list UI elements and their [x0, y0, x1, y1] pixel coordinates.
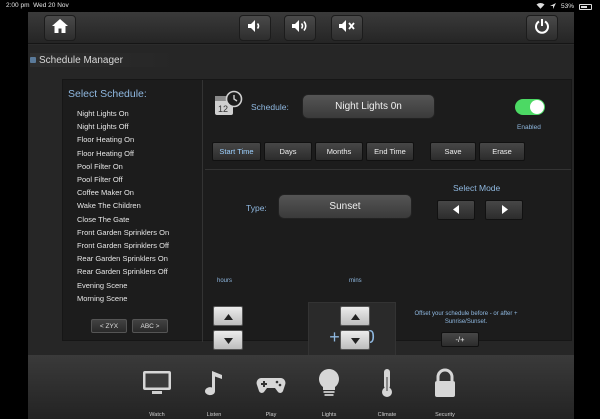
triangle-up-icon	[350, 307, 360, 325]
home-icon	[51, 18, 69, 39]
list-item[interactable]: Rear Garden Sprinklers On	[77, 252, 169, 265]
list-item[interactable]: Pool Filter On	[77, 160, 169, 173]
enabled-toggle[interactable]	[515, 99, 545, 115]
schedule-label: Schedule:	[251, 102, 289, 112]
type-value-display[interactable]: Sunset	[278, 194, 412, 219]
app-frame: Schedule Manager Select Schedule: Night …	[28, 12, 574, 419]
schedule-list: Night Lights On Night Lights Off Floor H…	[77, 107, 169, 305]
dock-climate-label: Climate	[377, 412, 397, 418]
offset-sign-button[interactable]: -/+	[441, 332, 479, 347]
volume-down-button[interactable]	[239, 15, 271, 41]
list-item[interactable]: Wake The Children	[77, 199, 169, 212]
hours-down-button[interactable]	[213, 330, 243, 350]
dock-listen[interactable]: Listen	[189, 355, 239, 419]
mins-label: mins	[349, 278, 362, 284]
tab-months[interactable]: Months	[315, 142, 363, 161]
dock-play[interactable]: Play	[246, 355, 296, 419]
dock-listen-label: Listen	[206, 412, 222, 418]
tab-days[interactable]: Days	[264, 142, 312, 161]
section-divider	[205, 169, 571, 170]
speaker-low-icon	[247, 19, 263, 38]
dock-security-label: Security	[435, 412, 455, 418]
schedule-panel: Select Schedule: Night Lights On Night L…	[62, 79, 572, 360]
dock-climate[interactable]: Climate	[362, 355, 412, 419]
power-button[interactable]	[526, 15, 558, 41]
thermometer-icon	[382, 369, 392, 397]
triangle-left-icon	[452, 204, 460, 216]
mode-prev-button[interactable]	[437, 200, 475, 220]
list-item[interactable]: Front Garden Sprinklers On	[77, 226, 169, 239]
triangle-down-icon	[350, 331, 360, 349]
main-body: Schedule Manager Select Schedule: Night …	[28, 45, 574, 360]
list-item[interactable]: Night Lights On	[77, 107, 169, 120]
toggle-knob	[530, 100, 544, 114]
tv-icon	[143, 371, 171, 394]
power-icon	[534, 18, 550, 39]
triangle-down-icon	[223, 331, 233, 349]
select-mode-label: Select Mode	[453, 183, 501, 193]
wifi-icon	[536, 2, 545, 11]
schedule-list-heading: Select Schedule:	[68, 88, 147, 100]
padlock-icon	[435, 368, 455, 397]
gamepad-icon	[256, 378, 286, 393]
svg-text:12: 12	[218, 104, 228, 114]
title-marker-icon	[30, 57, 36, 63]
dock-security[interactable]: Security	[420, 355, 470, 419]
triangle-right-icon	[501, 204, 508, 216]
volume-up-button[interactable]	[284, 15, 316, 41]
home-button[interactable]	[44, 15, 76, 41]
mute-button[interactable]	[331, 15, 363, 41]
list-item[interactable]: Floor Heating Off	[77, 147, 169, 160]
status-datetime: 2:00 pm Wed 20 Nov	[6, 2, 69, 9]
music-note-icon	[205, 371, 222, 396]
next-page-button[interactable]: ABC >	[132, 319, 168, 333]
prev-page-button[interactable]: < ZYX	[91, 319, 127, 333]
dock-watch[interactable]: Watch	[132, 355, 182, 419]
list-item[interactable]: Coffee Maker On	[77, 186, 169, 199]
save-button[interactable]: Save	[430, 142, 476, 161]
tab-end-time[interactable]: End Time	[366, 142, 414, 161]
page-title: Schedule Manager	[30, 53, 180, 67]
mode-next-button[interactable]	[485, 200, 523, 220]
speaker-high-icon	[291, 19, 309, 38]
mins-up-button[interactable]	[340, 306, 370, 326]
erase-button[interactable]: Erase	[479, 142, 525, 161]
dock-lights-label: Lights	[321, 412, 337, 418]
battery-icon	[579, 3, 592, 10]
offset-hint: Offset your schedule before - or after +…	[414, 311, 518, 325]
location-icon	[549, 2, 556, 11]
hours-up-button[interactable]	[213, 306, 243, 326]
schedule-name-display[interactable]: Night Lights 0n	[302, 94, 435, 119]
battery-percent: 53%	[560, 3, 574, 10]
list-item[interactable]: Pool Filter Off	[77, 173, 169, 186]
top-toolbar	[28, 12, 574, 44]
dock-play-label: Play	[265, 412, 277, 418]
list-item[interactable]: Morning Scene	[77, 292, 169, 305]
status-bar: 2:00 pm Wed 20 Nov 53%	[0, 0, 600, 12]
tab-start-time[interactable]: Start Time	[212, 142, 261, 161]
dock-lights[interactable]: Lights	[304, 355, 354, 419]
mins-down-button[interactable]	[340, 330, 370, 350]
bottom-dock: Watch Listen Play Lights Climate Securit…	[28, 355, 574, 419]
list-item[interactable]: Front Garden Sprinklers Off	[77, 239, 169, 252]
triangle-up-icon	[223, 307, 233, 325]
list-item[interactable]: Close The Gate	[77, 213, 169, 226]
light-bulb-icon	[319, 369, 339, 396]
mute-icon	[338, 19, 356, 38]
schedule-list-panel: Select Schedule: Night Lights On Night L…	[63, 80, 203, 342]
enabled-label: Enabled	[517, 124, 541, 131]
list-item[interactable]: Rear Garden Sprinklers Off	[77, 265, 169, 278]
list-item[interactable]: Evening Scene	[77, 279, 169, 292]
hours-label: hours	[217, 278, 233, 284]
list-item[interactable]: Floor Heating On	[77, 133, 169, 146]
calendar-clock-icon: 12	[213, 90, 243, 123]
dock-watch-label: Watch	[149, 412, 165, 418]
list-item[interactable]: Night Lights Off	[77, 120, 169, 133]
type-label: Type:	[246, 203, 267, 213]
